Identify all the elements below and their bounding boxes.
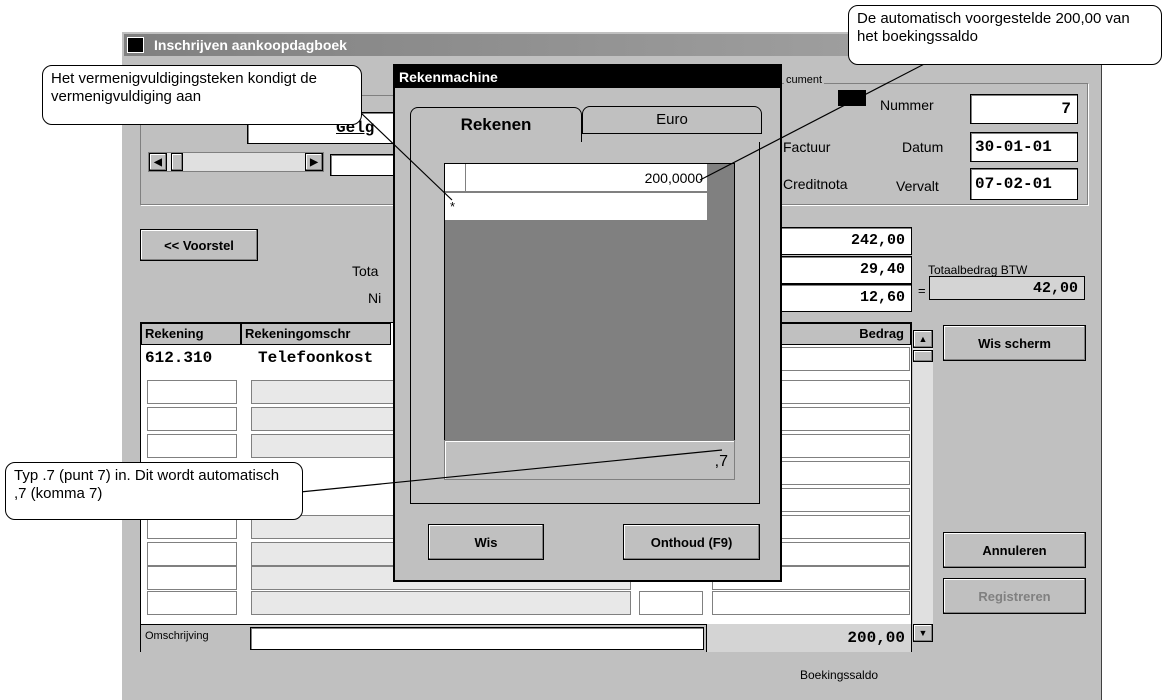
callout-top-right: De automatisch voorgestelde 200,00 van h…	[848, 5, 1162, 65]
callout-top-left: Het vermenigvuldigingsteken kondigt de v…	[42, 65, 362, 125]
callout-bottom-left: Typ .7 (punt 7) in. Dit wordt automatisc…	[5, 462, 303, 520]
callout-pointer-right	[699, 59, 933, 181]
callout-pointer-bottom	[299, 449, 723, 493]
callout-pointer-left	[359, 111, 453, 201]
